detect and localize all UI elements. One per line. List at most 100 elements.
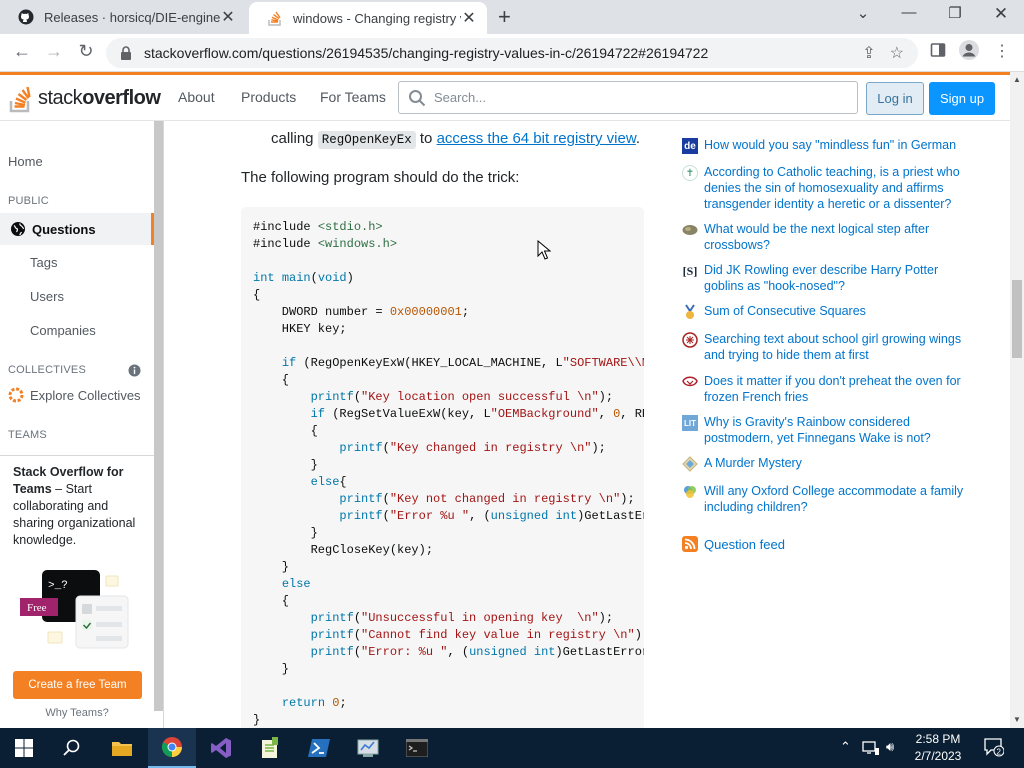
hot-question-item[interactable]: Searching text about school girl growing… [682, 331, 982, 363]
registry-view-link[interactable]: access the 64 bit registry view [437, 130, 636, 147]
close-tab-icon[interactable]: ✕ [220, 7, 236, 27]
command-prompt-icon[interactable] [393, 728, 441, 768]
sidebar-item-users[interactable]: Users [30, 289, 64, 304]
windows-taskbar: ⌃ 🔊︎ 2:58 PM 2/7/2023 2 [0, 728, 1024, 768]
teams-promo-text: Stack Overflow for Teams – Start collabo… [13, 464, 148, 549]
taskbar-clock[interactable]: 2:58 PM 2/7/2023 [904, 731, 972, 765]
reload-icon[interactable]: ↻ [74, 41, 98, 62]
hot-question-item[interactable]: de How would you say "mindless fun" in G… [682, 137, 982, 154]
search-input[interactable] [434, 90, 857, 105]
hot-question-link: Did JK Rowling ever describe Harry Potte… [704, 263, 939, 293]
scroll-up-arrow-icon[interactable]: ▲ [1010, 75, 1024, 84]
tab-search-chevron-icon[interactable]: ⌄ [848, 4, 878, 22]
page-scrollbar[interactable]: ▲ ▼ [1010, 72, 1024, 728]
windows-start-icon[interactable] [0, 728, 48, 768]
tab-releases[interactable]: Releases · horsicq/DIE-engine ✕ [0, 0, 246, 34]
sidebar-item-home[interactable]: Home [8, 154, 43, 169]
stackoverflow-logo-icon [9, 86, 31, 113]
nav-products[interactable]: Products [241, 89, 296, 105]
literature-site-icon [682, 332, 698, 348]
create-team-button[interactable]: Create a free Team [13, 671, 142, 699]
chrome-icon[interactable] [148, 728, 196, 768]
hot-question-item[interactable]: What would be the next logical step afte… [682, 221, 982, 253]
profile-avatar-icon[interactable] [958, 39, 980, 61]
bookmark-star-icon[interactable]: ☆ [890, 43, 904, 63]
sidebar-item-label: Explore Collectives [30, 387, 141, 403]
restore-icon[interactable]: ❐ [940, 4, 970, 22]
sidebar-item-explore-collectives[interactable]: Explore Collectives [8, 387, 141, 403]
hot-question-link: Will any Oxford College accommodate a fa… [704, 484, 964, 514]
hot-question-item[interactable]: [S] Did JK Rowling ever describe Harry P… [682, 262, 982, 294]
hot-question-item[interactable]: A Murder Mystery [682, 455, 982, 472]
scifi-site-icon: [S] [682, 263, 698, 278]
clipped-previous-line [271, 121, 275, 129]
notification-center-icon[interactable]: 2 [984, 737, 1005, 760]
teams-illustration: >_? Free [20, 570, 129, 649]
site-header: stackoverflow About Products For Teams L… [0, 75, 1010, 121]
main-content: calling RegOpenKeyEx to access the 64 bi… [164, 121, 1010, 728]
share-icon[interactable]: ⇪ [862, 43, 875, 63]
address-bar[interactable]: stackoverflow.com/questions/26194535/cha… [106, 38, 918, 68]
question-feed-link[interactable]: Question feed [682, 536, 785, 552]
lock-icon [121, 46, 131, 60]
academia-site-icon [682, 484, 698, 500]
sidebar-scrollbar[interactable] [154, 121, 163, 711]
back-icon[interactable]: ← [10, 41, 34, 62]
close-tab-icon[interactable]: ✕ [461, 8, 477, 28]
question-feed-label: Question feed [704, 536, 785, 552]
logo-word-bold: overflow [82, 86, 161, 109]
info-icon[interactable] [128, 364, 141, 377]
hot-question-link: According to Catholic teaching, is a pri… [704, 165, 960, 211]
new-tab-icon[interactable]: + [498, 4, 511, 30]
sidebar-item-tags[interactable]: Tags [30, 255, 57, 270]
cooking-site-icon [682, 374, 698, 390]
browser-menu-icon[interactable]: ⋮ [990, 41, 1014, 61]
hot-question-item[interactable]: Will any Oxford College accommodate a fa… [682, 483, 982, 515]
minimize-icon[interactable]: — [894, 4, 924, 21]
answer-line-regopenkey: calling RegOpenKeyEx to access the 64 bi… [271, 130, 641, 149]
volume-icon[interactable]: 🔊︎ [886, 739, 894, 755]
logo-word-plain: stack [38, 86, 83, 109]
collectives-icon [8, 387, 24, 403]
show-hidden-icons-chevron[interactable]: ⌃ [840, 739, 851, 755]
search-box[interactable] [398, 81, 858, 114]
nav-for-teams[interactable]: For Teams [320, 89, 386, 105]
hot-question-item[interactable]: Sum of Consecutive Squares [682, 303, 982, 320]
system-app-icon[interactable] [344, 728, 392, 768]
forward-icon[interactable]: → [42, 41, 66, 62]
nav-about[interactable]: About [178, 89, 215, 105]
login-button[interactable]: Log in [866, 82, 924, 115]
notepad-plus-plus-icon[interactable] [246, 728, 294, 768]
hot-question-link: Does it matter if you don't preheat the … [704, 374, 961, 404]
browser-toolbar: ← → ↻ stackoverflow.com/questions/261945… [0, 34, 1024, 72]
stackoverflow-logo[interactable]: stackoverflow [8, 83, 161, 113]
why-teams-link[interactable]: Why Teams? [0, 707, 154, 719]
tab-stackoverflow[interactable]: windows - Changing registry valu ✕ [249, 2, 487, 34]
sidebar-item-questions[interactable]: Questions [0, 213, 154, 245]
hot-question-link: Searching text about school girl growing… [704, 332, 962, 362]
puzzling-site-icon [682, 304, 698, 320]
file-explorer-icon[interactable] [98, 728, 146, 768]
scroll-down-arrow-icon[interactable]: ▼ [1010, 715, 1024, 724]
visual-studio-icon[interactable] [197, 728, 245, 768]
answer-text: . [635, 130, 641, 147]
hot-question-link: A Murder Mystery [704, 456, 802, 470]
tab-title: windows - Changing registry valu [293, 10, 461, 26]
answer-text: calling [271, 130, 314, 147]
sidebar-heading-collectives: COLLECTIVES [8, 364, 87, 376]
github-icon [18, 9, 34, 25]
signup-button[interactable]: Sign up [929, 82, 995, 115]
search-icon [409, 89, 426, 106]
close-window-icon[interactable]: ✕ [986, 4, 1016, 24]
worldbuilding-site-icon [682, 222, 698, 238]
hot-question-item[interactable]: LIT Why is Gravity's Rainbow considered … [682, 414, 982, 446]
scrollbar-thumb[interactable] [1012, 280, 1022, 358]
search-taskbar-icon[interactable] [48, 728, 96, 768]
network-icon[interactable] [862, 740, 880, 756]
sidebar-item-companies[interactable]: Companies [30, 323, 96, 338]
hot-question-item[interactable]: Does it matter if you don't preheat the … [682, 373, 982, 405]
hot-question-link: What would be the next logical step afte… [704, 222, 930, 252]
powershell-icon[interactable] [295, 728, 343, 768]
side-panel-icon[interactable] [930, 42, 946, 58]
hot-question-item[interactable]: ✝ According to Catholic teaching, is a p… [682, 164, 982, 212]
